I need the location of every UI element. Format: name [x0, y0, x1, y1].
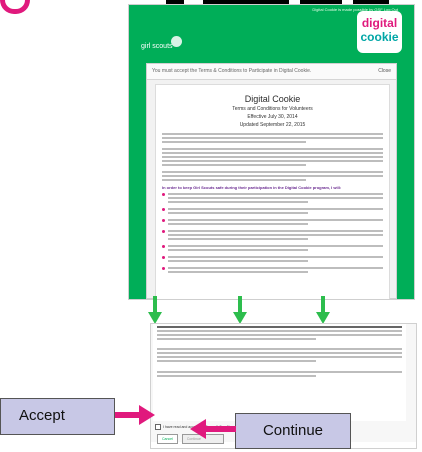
body-paragraph	[162, 148, 383, 166]
intro-paragraph	[162, 133, 383, 143]
body-paragraph	[157, 348, 402, 364]
cancel-button[interactable]: Cancel	[157, 434, 178, 444]
body-paragraph	[162, 171, 383, 181]
list-item	[162, 245, 383, 253]
terms-document-bottom	[153, 324, 406, 421]
safety-heading: In order to keep Girl Scouts safe during…	[162, 185, 342, 190]
girl-scouts-logo: girl scouts	[141, 43, 173, 50]
terms-banner: You must accept the Terms & Conditions t…	[147, 64, 396, 80]
list-item	[162, 267, 383, 275]
down-arrow-icon	[148, 296, 162, 324]
doc-updated-date: Updated September 22, 2015	[239, 122, 306, 128]
site-header: Digital Cookie is made possible by GSF L…	[129, 5, 414, 57]
doc-effective-date: Effective July 30, 2014	[247, 114, 298, 120]
logo-line-1: digital	[361, 16, 398, 30]
list-item	[162, 219, 383, 227]
accept-callout: Accept	[0, 398, 115, 435]
logo-line-2: cookie	[360, 30, 399, 44]
body-paragraph	[157, 371, 402, 379]
list-item	[162, 193, 383, 205]
terms-screenshot: Digital Cookie is made possible by GSF L…	[128, 4, 415, 300]
continue-callout: Continue	[235, 413, 351, 449]
body-paragraph	[157, 326, 402, 342]
list-item	[162, 208, 383, 216]
terms-document: Digital Cookie Terms and Conditions for …	[155, 84, 390, 299]
list-item	[162, 256, 383, 264]
partial-logo-icon	[0, 0, 30, 14]
doc-subtitle: Terms and Conditions for Volunteers	[232, 106, 313, 112]
continue-pointer-arrow-icon	[190, 419, 236, 439]
list-item	[162, 230, 383, 242]
accept-pointer-arrow-icon	[115, 405, 155, 425]
close-button[interactable]: Close	[378, 64, 391, 79]
banner-text: You must accept the Terms & Conditions t…	[152, 68, 312, 74]
doc-title: Digital Cookie	[244, 94, 301, 104]
trefoil-icon	[171, 36, 182, 47]
down-arrow-icon	[316, 296, 330, 324]
digital-cookie-logo: digital cookie	[357, 11, 402, 53]
terms-modal: You must accept the Terms & Conditions t…	[146, 63, 397, 299]
accept-checkbox[interactable]	[155, 424, 161, 430]
down-arrow-icon	[233, 296, 247, 324]
